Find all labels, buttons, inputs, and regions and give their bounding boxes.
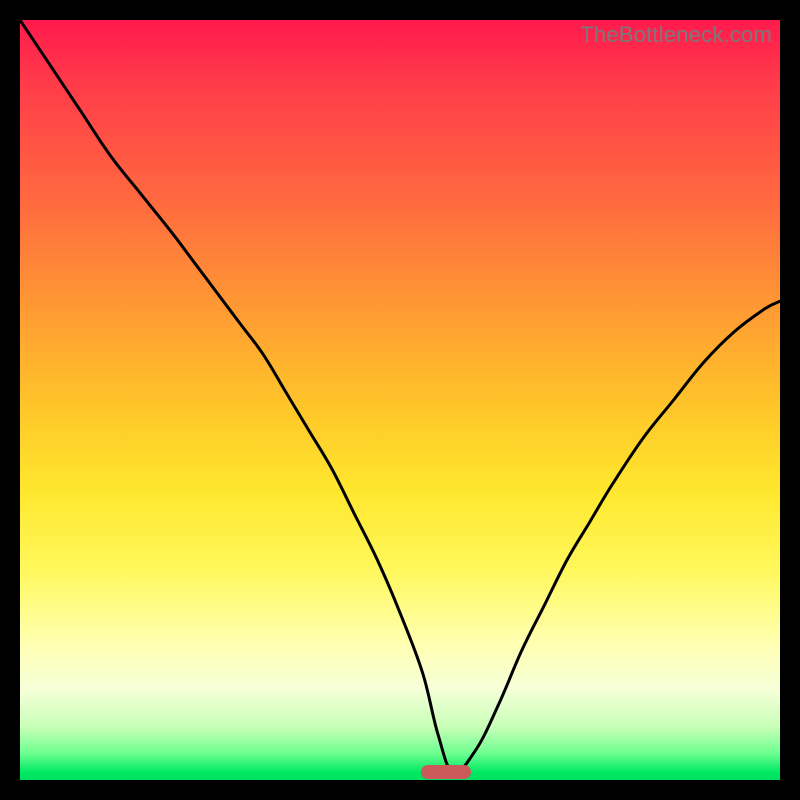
plot-area: TheBottleneck.com — [20, 20, 780, 780]
chart-frame: TheBottleneck.com — [0, 0, 800, 800]
optimum-marker — [421, 765, 471, 779]
bottleneck-curve — [20, 20, 780, 780]
